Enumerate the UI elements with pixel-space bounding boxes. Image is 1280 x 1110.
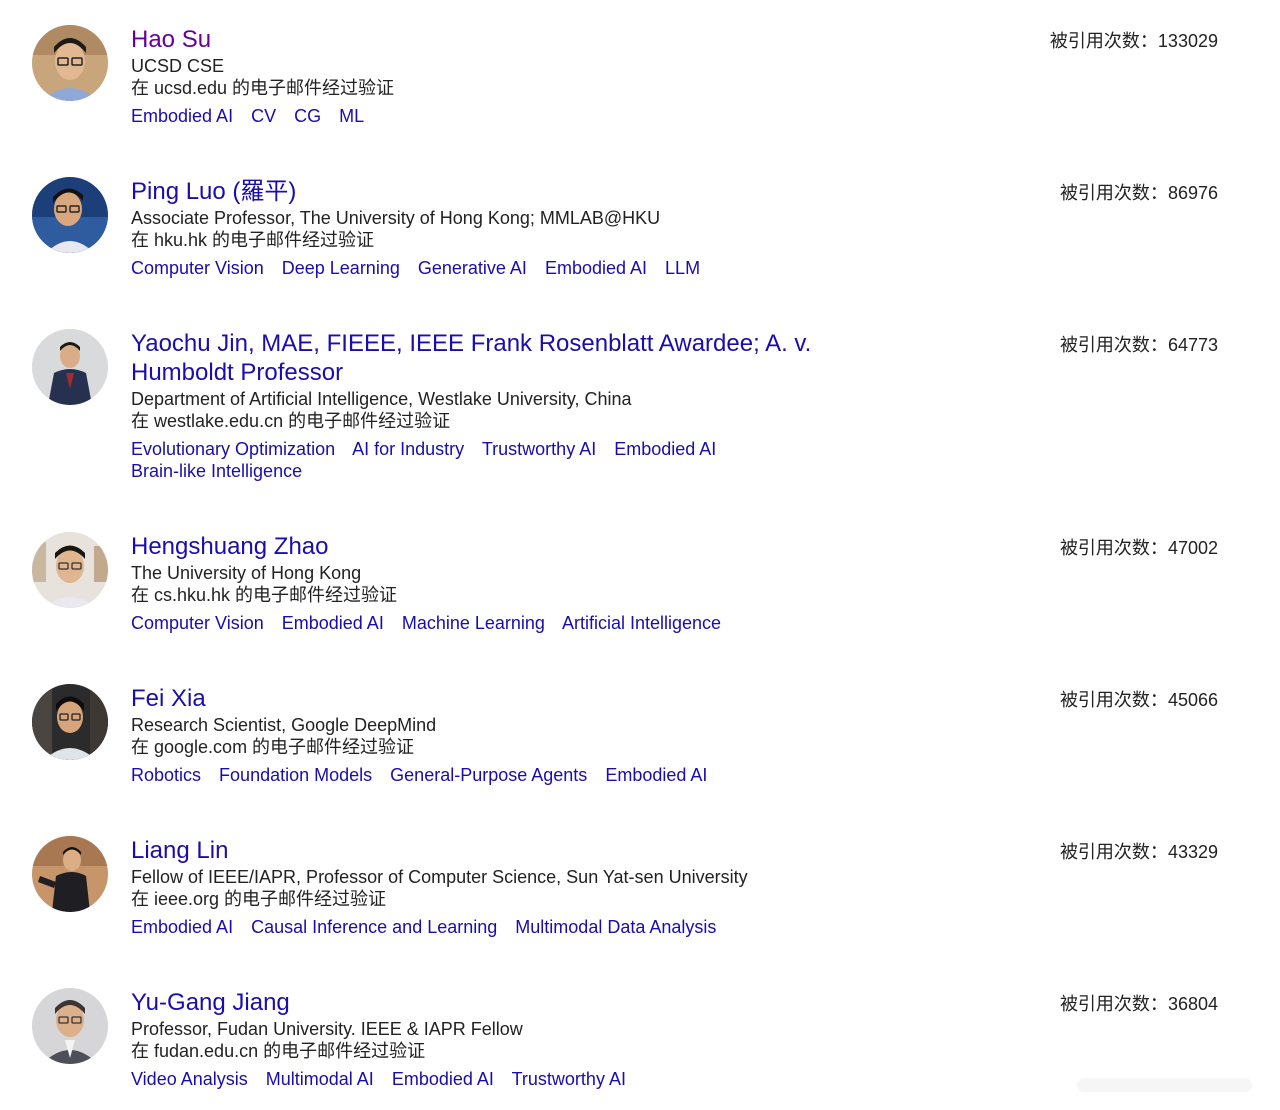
- interest-tag-embodied-ai[interactable]: Embodied AI: [282, 613, 384, 633]
- interest-tag-foundation-models[interactable]: Foundation Models: [219, 765, 372, 785]
- profile-name-link[interactable]: Fei Xia: [131, 684, 720, 713]
- profile-name-link[interactable]: Yu-Gang Jiang: [131, 988, 639, 1017]
- pager-overlay: [1077, 1078, 1252, 1092]
- profile-email-verified: 在 westlake.edu.cn 的电子邮件经过验证: [131, 411, 451, 431]
- profile-affiliation: Professor, Fudan University. IEEE & IAPR…: [131, 1019, 523, 1039]
- interest-tag-artificial-intelligence[interactable]: Artificial Intelligence: [562, 613, 721, 633]
- avatar[interactable]: [32, 177, 108, 253]
- profile-email-verified: 在 cs.hku.hk 的电子邮件经过验证: [131, 585, 398, 605]
- profile-name-line-2: Humboldt Professor: [131, 359, 344, 386]
- interest-tag-embodied-ai[interactable]: Embodied AI: [131, 106, 233, 126]
- profile-name-link[interactable]: Yaochu Jin, MAE, FIEEE, IEEE Frank Rosen…: [131, 329, 811, 387]
- citation-count: 被引用次数：47002: [1060, 537, 1218, 559]
- profile-email-verified: 在 hku.hk 的电子邮件经过验证: [131, 230, 375, 250]
- citation-value: 86976: [1167, 183, 1218, 203]
- interest-tag-multimodal-data-analysis[interactable]: Multimodal Data Analysis: [515, 917, 716, 937]
- profile-affiliation: Associate Professor, The University of H…: [131, 208, 661, 228]
- interest-tag-trustworthy-ai[interactable]: Trustworthy AI: [482, 439, 596, 459]
- profile-name-link[interactable]: Hengshuang Zhao: [131, 532, 734, 561]
- interest-tag-computer-vision[interactable]: Computer Vision: [131, 258, 264, 278]
- profile-email-verified: 在 google.com 的电子邮件经过验证: [131, 737, 415, 757]
- citation-value: 43329: [1167, 842, 1218, 862]
- profile-email-verified: 在 ucsd.edu 的电子邮件经过验证: [131, 78, 395, 98]
- interest-tag-general-purpose-agents[interactable]: General-Purpose Agents: [390, 765, 587, 785]
- interest-tag-evolutionary-optimization[interactable]: Evolutionary Optimization: [131, 439, 335, 459]
- citation-count: 被引用次数：43329: [1060, 841, 1218, 863]
- citation-count: 被引用次数：45066: [1060, 689, 1218, 711]
- interest-tag-generative-ai[interactable]: Generative AI: [418, 258, 527, 278]
- citation-value: 47002: [1167, 538, 1218, 558]
- citation-label: 被引用次数：: [1059, 994, 1168, 1014]
- interest-tag-ml[interactable]: ML: [339, 106, 364, 126]
- profile-affiliation: Research Scientist, Google DeepMind: [131, 715, 437, 735]
- interest-tag-cv[interactable]: CV: [251, 106, 276, 126]
- profile-interests: Evolutionary Optimization AI for Industr…: [131, 438, 811, 482]
- profile-interests: Robotics Foundation Models General-Purpo…: [131, 764, 720, 786]
- profile-email-verified: 在 ieee.org 的电子邮件经过验证: [131, 889, 387, 909]
- interest-tag-causal-inference-and-learning[interactable]: Causal Inference and Learning: [251, 917, 497, 937]
- interest-tag-trustworthy-ai[interactable]: Trustworthy AI: [512, 1069, 626, 1089]
- avatar[interactable]: [32, 25, 108, 101]
- profile-name-link[interactable]: Hao Su: [131, 25, 394, 54]
- profile-interests: Embodied AI CV CG ML: [131, 105, 394, 127]
- avatar[interactable]: [32, 684, 108, 760]
- interest-tag-deep-learning[interactable]: Deep Learning: [282, 258, 400, 278]
- avatar[interactable]: [32, 988, 108, 1064]
- interest-tag-embodied-ai[interactable]: Embodied AI: [131, 917, 233, 937]
- profile-name-link[interactable]: Ping Luo (羅平): [131, 177, 713, 206]
- interest-tag-embodied-ai[interactable]: Embodied AI: [392, 1069, 494, 1089]
- profile-interests: Computer Vision Embodied AI Machine Lear…: [131, 612, 734, 634]
- interest-tag-llm[interactable]: LLM: [665, 258, 700, 278]
- profile-interests: Computer Vision Deep Learning Generative…: [131, 257, 713, 279]
- citation-value: 45066: [1167, 690, 1218, 710]
- profile-email-verified: 在 fudan.edu.cn 的电子邮件经过验证: [131, 1041, 426, 1061]
- profile-name-link[interactable]: Liang Lin: [131, 836, 748, 865]
- citation-label: 被引用次数：: [1059, 690, 1168, 710]
- citation-label: 被引用次数：: [1049, 31, 1158, 51]
- interest-tag-robotics[interactable]: Robotics: [131, 765, 201, 785]
- interest-tag-embodied-ai[interactable]: Embodied AI: [545, 258, 647, 278]
- citation-label: 被引用次数：: [1059, 538, 1168, 558]
- profile-name-line-1: Yaochu Jin, MAE, FIEEE, IEEE Frank Rosen…: [131, 330, 812, 357]
- interest-tag-machine-learning[interactable]: Machine Learning: [402, 613, 545, 633]
- interest-tag-embodied-ai[interactable]: Embodied AI: [614, 439, 716, 459]
- profile-affiliation: The University of Hong Kong: [131, 563, 362, 583]
- profile-affiliation: UCSD CSE: [131, 56, 225, 76]
- citation-label: 被引用次数：: [1059, 183, 1168, 203]
- citation-count: 被引用次数：36804: [1060, 993, 1218, 1015]
- citation-count: 被引用次数：64773: [1060, 334, 1218, 356]
- profile-affiliation: Department of Artificial Intelligence, W…: [131, 389, 632, 409]
- profile-interests: Video Analysis Multimodal AI Embodied AI…: [131, 1068, 639, 1090]
- citation-value: 64773: [1167, 335, 1218, 355]
- interest-tag-multimodal-ai[interactable]: Multimodal AI: [266, 1069, 374, 1089]
- citation-label: 被引用次数：: [1059, 335, 1168, 355]
- citation-count: 被引用次数：86976: [1060, 182, 1218, 204]
- avatar[interactable]: [32, 329, 108, 405]
- avatar[interactable]: [32, 532, 108, 608]
- interest-tag-embodied-ai[interactable]: Embodied AI: [605, 765, 707, 785]
- avatar[interactable]: [32, 836, 108, 912]
- interest-tag-video-analysis[interactable]: Video Analysis: [131, 1069, 248, 1089]
- citation-count: 被引用次数：133029: [1050, 30, 1218, 52]
- interest-tag-cg[interactable]: CG: [294, 106, 321, 126]
- profile-interests: Embodied AI Causal Inference and Learnin…: [131, 916, 748, 938]
- interest-tag-brain-like-intelligence[interactable]: Brain-like Intelligence: [131, 461, 302, 481]
- citation-value: 36804: [1167, 994, 1218, 1014]
- interest-tag-computer-vision[interactable]: Computer Vision: [131, 613, 264, 633]
- interest-tag-ai-for-industry[interactable]: AI for Industry: [352, 439, 464, 459]
- citation-label: 被引用次数：: [1059, 842, 1168, 862]
- citation-value: 133029: [1157, 31, 1218, 51]
- profile-affiliation: Fellow of IEEE/IAPR, Professor of Comput…: [131, 867, 748, 887]
